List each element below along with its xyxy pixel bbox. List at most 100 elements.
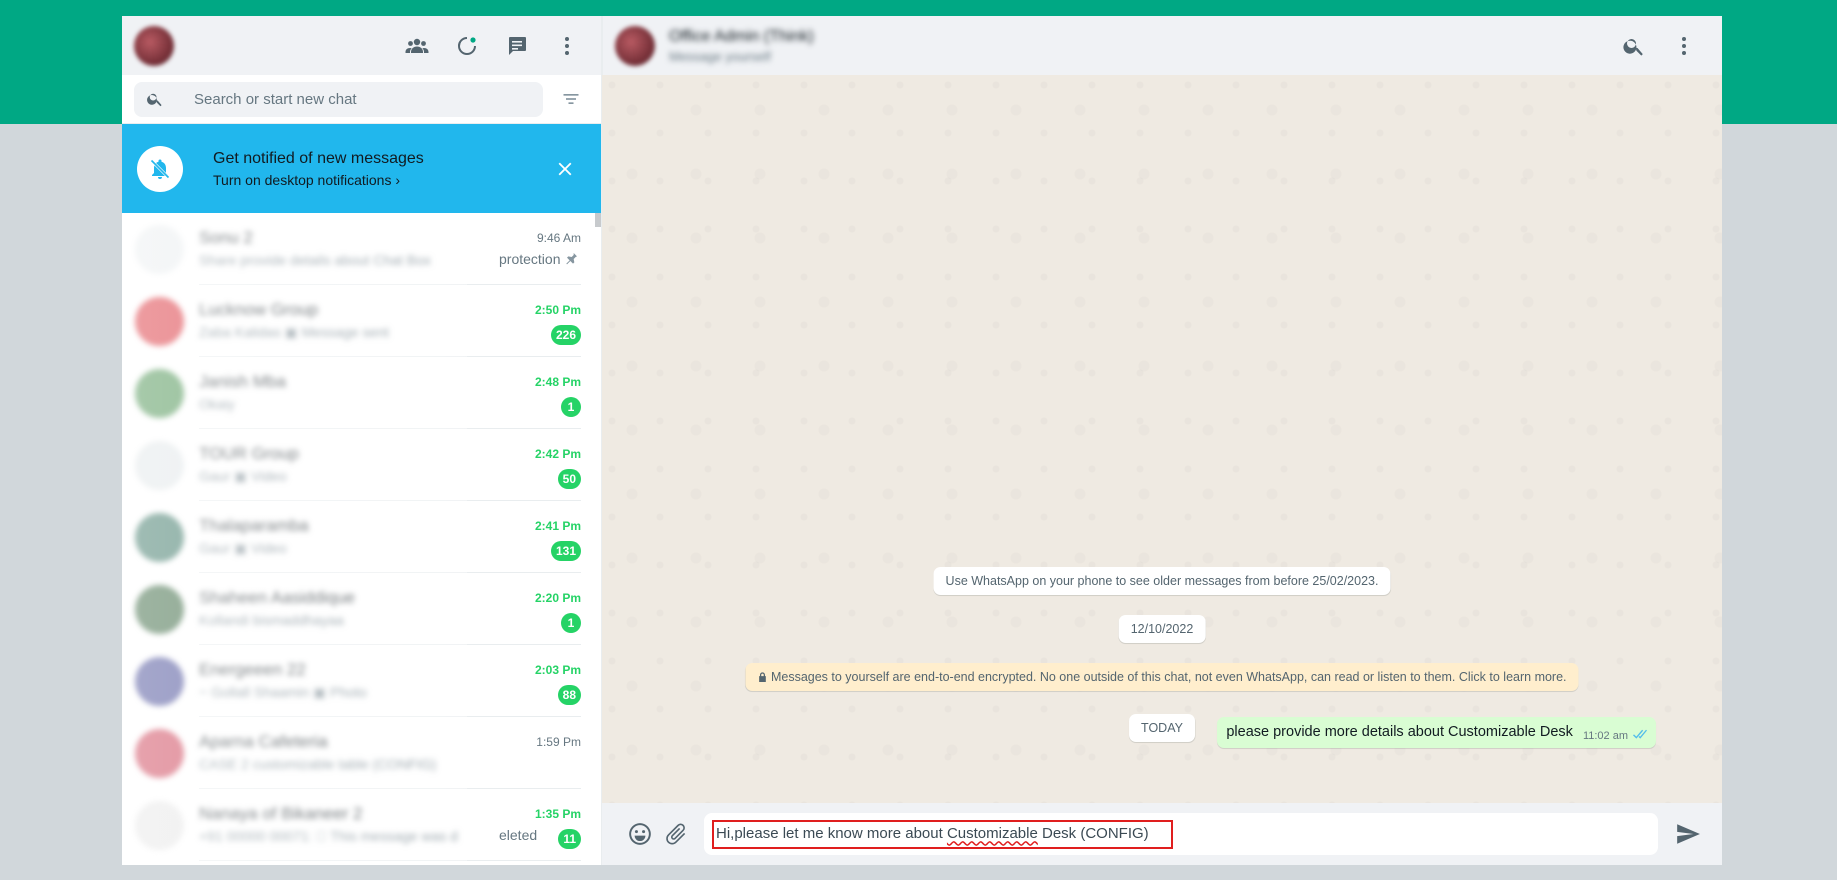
conversation-pane: Office Admin (Think) Message yourself Us… [602, 16, 1722, 865]
chat-list-item[interactable]: Thalaparamba Gaur ▣ Video 2:41 Pm 131 [122, 501, 601, 573]
encryption-notice[interactable]: Messages to yourself are end-to-end encr… [745, 663, 1579, 691]
chat-name: Janish Mba [199, 372, 286, 391]
close-icon[interactable] [547, 151, 583, 187]
chat-time: 2:41 Pm [534, 519, 581, 533]
chat-list-item[interactable]: TOUR Group Gaur ▣ Video 2:42 Pm 50 [122, 429, 601, 501]
chat-list-item[interactable]: Energeeen 22 ~ Gollall Shaamin ▣ Photo 2:0… [122, 645, 601, 717]
profile-avatar[interactable] [134, 25, 174, 66]
unread-badge: 11 [558, 829, 581, 849]
chat-preview: Zaba Kalidas ▣ Message sent [199, 324, 389, 340]
chat-name: Nanaya of Bikaneer 2 [199, 804, 363, 823]
new-chat-icon[interactable] [499, 28, 535, 64]
chat-list-item[interactable]: Lucknow Group Zaba Kalidas ▣ Message sent… [122, 285, 601, 357]
unread-badge: 50 [557, 469, 581, 489]
chat-preview-visible: protection [499, 251, 561, 267]
notification-text: Get notified of new messages Turn on des… [213, 150, 424, 188]
chat-list-item[interactable]: Shaheen Aasiddique Kollandi bismaddhayaa 2… [122, 573, 601, 645]
chat-item-body: TOUR Group Gaur ▣ Video 2:42 Pm 50 [199, 429, 581, 501]
left-header [122, 16, 601, 75]
message-area[interactable]: Use WhatsApp on your phone to see older … [602, 75, 1722, 803]
notification-banner[interactable]: Get notified of new messages Turn on des… [122, 124, 601, 213]
draft-text-start: Hi,please let me know more about [716, 824, 947, 842]
chat-list-item[interactable]: Janish Mba Okaiy 2:48 Pm 1 [122, 357, 601, 429]
message-time: 11:02 am [1582, 730, 1628, 742]
date-divider: TODAY [1129, 714, 1195, 742]
chat-time: 2:42 Pm [534, 447, 581, 461]
chat-item-body: Aparna Cafeteria CASE 2 customizable tabl… [199, 717, 581, 789]
chat-avatar [135, 224, 184, 274]
search-icon[interactable] [1616, 28, 1652, 64]
chat-time: 2:50 Pm [534, 303, 581, 317]
notification-title: Get notified of new messages [213, 149, 424, 167]
chat-name: Sonu 2 [199, 228, 253, 247]
message-input[interactable]: Hi,please let me know more about Customi… [704, 813, 1658, 855]
chat-preview: CASE 2 customizable table (CONFIG) [199, 756, 437, 772]
conversation-header[interactable]: Office Admin (Think) Message yourself [602, 16, 1722, 75]
chat-name: Shaheen Aasiddique [199, 588, 355, 607]
chat-item-body: Shaheen Aasiddique Kollandi bismaddhayaa 2… [199, 573, 581, 645]
filter-icon[interactable] [553, 81, 589, 117]
search-row [122, 75, 601, 124]
chat-time: 2:03 Pm [534, 663, 581, 677]
chat-item-body: Sonu 2 Share provide details about Chat B… [199, 213, 581, 285]
notification-link[interactable]: Turn on desktop notifications › [213, 172, 424, 188]
chat-preview: Gaur ▣ Video [199, 540, 287, 556]
double-check-icon [1631, 729, 1647, 743]
conversation-avatar[interactable] [615, 25, 655, 66]
chat-preview: Kollandi bismaddhayaa [199, 612, 344, 628]
chat-list-item[interactable]: Nanaya of Bikaneer 2 +91 00000 00071: ⃠ T… [122, 789, 601, 861]
draft-text-end: Desk (CONFIG) [1037, 824, 1149, 842]
chat-avatar [135, 296, 184, 346]
chat-avatar [135, 800, 184, 850]
date-divider: 12/10/2022 [1118, 615, 1206, 643]
chat-preview: Gaur ▣ Video [199, 468, 287, 484]
encryption-text: Messages to yourself are end-to-end encr… [770, 670, 1567, 684]
message-meta: 11:02 am [1583, 729, 1647, 743]
bell-muted-icon [137, 145, 183, 192]
conversation-status: Message yourself [669, 48, 771, 64]
chat-list-pane: Get notified of new messages Turn on des… [122, 16, 602, 865]
conversation-title: Office Admin (Think) Message yourself [669, 28, 814, 64]
chat-item-body: Energeeen 22 ~ Gollall Shaamin ▣ Photo 2:0… [199, 645, 581, 717]
chat-preview: Share provide details about Chat Box [199, 252, 431, 268]
search-box[interactable] [134, 81, 543, 117]
chat-list-item[interactable]: Sonu 2 Share provide details about Chat B… [122, 213, 601, 285]
menu-icon[interactable] [549, 28, 585, 64]
chat-preview: ~ Gollall Shaamin ▣ Photo [199, 684, 367, 700]
chat-time: 1:35 Pm [534, 807, 581, 821]
unread-badge: 1 [561, 397, 581, 417]
unread-badge: 1 [561, 613, 581, 633]
conversation-name: Office Admin (Think) [669, 27, 814, 45]
chat-item-body: Lucknow Group Zaba Kalidas ▣ Message sent… [199, 285, 581, 357]
attach-icon[interactable] [658, 816, 694, 852]
chat-name: Energeeen 22 [199, 660, 306, 679]
unread-badge: 131 [550, 541, 581, 561]
chat-avatar [135, 656, 184, 706]
menu-icon[interactable] [1666, 28, 1702, 64]
chat-avatar [135, 368, 184, 418]
chat-time: 2:48 Pm [534, 375, 581, 389]
chat-avatar [135, 440, 184, 490]
search-icon [147, 93, 162, 107]
composer-bar: Hi,please let me know more about Customi… [602, 803, 1722, 865]
older-messages-notice[interactable]: Use WhatsApp on your phone to see older … [933, 567, 1391, 595]
draft-misspelled-word: Customizable [946, 824, 1038, 842]
chat-item-body: Nanaya of Bikaneer 2 +91 00000 00071: ⃠ T… [199, 789, 581, 861]
chat-preview: Okaiy [199, 396, 235, 412]
search-input[interactable] [194, 90, 454, 108]
chat-list-item[interactable]: Aparna Cafeteria CASE 2 customizable tabl… [122, 717, 601, 789]
unread-badge: 88 [557, 685, 581, 705]
status-icon[interactable] [449, 28, 485, 64]
pin-icon [563, 251, 579, 272]
send-icon[interactable] [1670, 816, 1706, 852]
chat-list[interactable]: Sonu 2 Share provide details about Chat B… [122, 213, 601, 865]
communities-icon[interactable] [399, 28, 435, 64]
chat-item-body: Janish Mba Okaiy 2:48 Pm 1 [199, 357, 581, 429]
chat-time: 9:46 Am [536, 231, 581, 245]
chat-time: 2:20 Pm [534, 591, 581, 605]
emoji-icon[interactable] [622, 816, 658, 852]
chat-avatar [135, 512, 184, 562]
chat-preview-visible: eleted [499, 827, 538, 843]
outgoing-message[interactable]: please provide more details about Custom… [1217, 717, 1656, 748]
message-draft[interactable]: Hi,please let me know more about Customi… [712, 819, 1173, 849]
